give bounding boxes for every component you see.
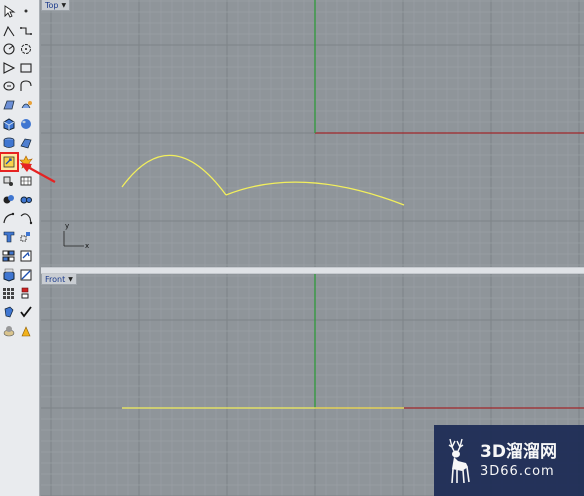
- select-arrow-tool-button[interactable]: [1, 3, 17, 19]
- light-tool-button[interactable]: [18, 323, 34, 339]
- polyline-tool-button[interactable]: [1, 23, 17, 39]
- dimension-tool-button[interactable]: [18, 229, 34, 245]
- point-edit-icon: [3, 176, 13, 186]
- layer-icon: [20, 250, 32, 262]
- axis-label-x: x: [85, 242, 89, 250]
- cylinder-icon: [3, 137, 15, 148]
- point-edit-tool-button[interactable]: [1, 173, 17, 189]
- offset-tool-button[interactable]: [1, 210, 17, 226]
- polygon-icon: [3, 62, 16, 74]
- transform-tool-button[interactable]: [1, 304, 17, 320]
- arc-icon: [21, 44, 31, 54]
- pointer-arrow-annotation: [20, 163, 56, 183]
- line-segments-tool-button[interactable]: [18, 23, 34, 39]
- material-icon: [3, 326, 15, 337]
- arc-curve-left: [121, 154, 227, 196]
- material-tool-button[interactable]: [1, 323, 17, 339]
- point-tool-button[interactable]: [18, 3, 34, 19]
- viewport-title-front: Front: [45, 274, 66, 284]
- polygon-tool-button[interactable]: [1, 60, 17, 76]
- box-solid-icon: [3, 118, 15, 131]
- text-tool-button[interactable]: [1, 229, 17, 245]
- dimension-icon: [20, 232, 30, 242]
- render-icon: [3, 268, 15, 282]
- light-icon: [21, 326, 31, 337]
- blend-curve-tool-button[interactable]: [18, 210, 34, 226]
- array-tool-button[interactable]: [1, 285, 17, 301]
- surface-patch-icon: [3, 100, 15, 110]
- render-tool-button[interactable]: [1, 267, 17, 283]
- viewport-splitter[interactable]: [41, 267, 584, 274]
- group-icon: [2, 250, 15, 262]
- loft-icon: [21, 101, 32, 109]
- check-icon: [20, 306, 32, 318]
- ellipse-icon: [3, 81, 15, 91]
- blend-curve-icon: [20, 213, 33, 225]
- curve-icon: [20, 80, 32, 91]
- watermark-url: 3D66.com: [480, 463, 555, 479]
- loft-tool-button[interactable]: [18, 97, 34, 113]
- chevron-down-icon: ▼: [68, 275, 73, 283]
- plane-surface-icon: [20, 138, 32, 149]
- boolean-icon: [3, 195, 14, 204]
- arc-curve-right: [225, 181, 405, 206]
- offset-icon: [3, 212, 15, 224]
- fillet-tool-button[interactable]: [18, 191, 34, 207]
- watermark-brand: 3D溜溜网: [480, 441, 557, 462]
- boolean-tool-button[interactable]: [1, 191, 17, 207]
- layer-tool-button[interactable]: [18, 248, 34, 264]
- circle-icon: [3, 43, 15, 55]
- rectangle-icon: [20, 63, 32, 73]
- circle-tool-button[interactable]: [1, 41, 17, 57]
- select-arrow-icon: [4, 5, 16, 18]
- viewport-title-top: Top: [45, 0, 59, 10]
- group-tool-button[interactable]: [1, 248, 17, 264]
- watermark-logo: 3D溜溜网 3D66.com: [434, 425, 584, 496]
- fillet-icon: [20, 196, 32, 204]
- mirror-tool-button[interactable]: [18, 285, 34, 301]
- analyze-icon: [20, 269, 32, 281]
- command-toolbar: [0, 0, 40, 496]
- line-segments-icon: [20, 27, 32, 35]
- sphere-tool-button[interactable]: [18, 116, 34, 132]
- curve-tool-button[interactable]: [18, 78, 34, 94]
- axis-widget: y x: [63, 222, 89, 250]
- text-icon: [3, 231, 15, 243]
- surface-patch-tool-button[interactable]: [1, 97, 17, 113]
- analyze-tool-button[interactable]: [18, 267, 34, 283]
- check-tool-button[interactable]: [18, 304, 34, 320]
- plane-surface-tool-button[interactable]: [18, 135, 34, 151]
- trim-icon: [3, 156, 15, 168]
- chevron-down-icon: ▼: [61, 1, 67, 9]
- deer-logo-icon: [448, 438, 470, 483]
- viewport-tab-top[interactable]: Top ▼: [41, 0, 71, 11]
- curves-top: y x: [63, 0, 584, 250]
- arc-tool-button[interactable]: [18, 41, 34, 57]
- box-solid-tool-button[interactable]: [1, 116, 17, 132]
- viewport-tab-front[interactable]: Front ▼: [41, 274, 77, 285]
- cylinder-tool-button[interactable]: [1, 135, 17, 151]
- polyline-icon: [3, 25, 15, 37]
- trim-tool-button[interactable]: [0, 152, 19, 172]
- array-icon: [3, 288, 14, 299]
- mirror-icon: [21, 287, 29, 299]
- sphere-icon: [21, 119, 31, 129]
- viewport-top[interactable]: Top ▼ y x: [41, 0, 584, 267]
- transform-icon: [4, 306, 14, 318]
- point-icon: [24, 9, 28, 13]
- rectangle-tool-button[interactable]: [18, 60, 34, 76]
- axis-label-y: y: [65, 222, 69, 230]
- ellipse-tool-button[interactable]: [1, 78, 17, 94]
